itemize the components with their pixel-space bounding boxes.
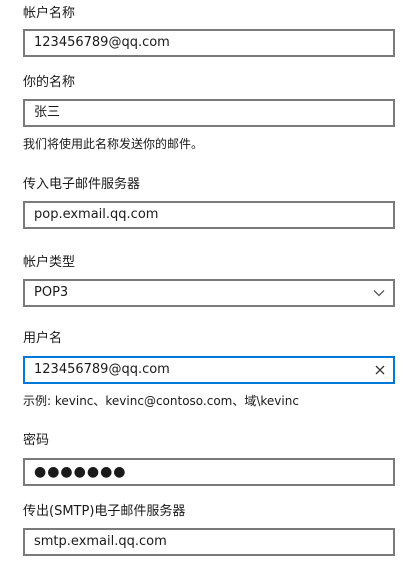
outgoing-server-value: smtp.exmail.qq.com — [34, 534, 167, 549]
username-value: 123456789@qq.com — [34, 362, 170, 377]
account-type-value: POP3 — [34, 285, 69, 300]
password-input[interactable]: ●●●●●●● — [23, 458, 395, 486]
mail-account-settings-form: 帐户名称 123456789@qq.com 你的名称 张三 我们将使用此名称发送… — [0, 0, 415, 574]
your-name-helper-text: 我们将使用此名称发送你的邮件。 — [23, 137, 204, 151]
incoming-server-input[interactable]: pop.exmail.qq.com — [23, 201, 395, 229]
incoming-server-value: pop.exmail.qq.com — [34, 207, 159, 222]
username-input[interactable]: 123456789@qq.com — [23, 356, 395, 384]
chevron-down-icon — [373, 290, 385, 297]
account-type-select[interactable]: POP3 — [23, 279, 395, 307]
outgoing-server-label: 传出(SMTP)电子邮件服务器 — [23, 504, 186, 519]
your-name-input[interactable]: 张三 — [23, 99, 395, 127]
username-helper-text: 示例: kevinc、kevinc@contoso.com、域\kevinc — [23, 394, 299, 408]
incoming-server-label: 传入电子邮件服务器 — [23, 177, 141, 192]
account-name-label: 帐户名称 — [23, 6, 76, 21]
outgoing-server-input[interactable]: smtp.exmail.qq.com — [23, 528, 395, 556]
your-name-label: 你的名称 — [23, 75, 76, 90]
password-label: 密码 — [23, 433, 50, 448]
username-label: 用户名 — [23, 331, 63, 346]
account-type-label: 帐户类型 — [23, 255, 76, 270]
account-name-input[interactable]: 123456789@qq.com — [23, 29, 395, 57]
your-name-value: 张三 — [34, 105, 61, 120]
clear-icon[interactable] — [373, 363, 387, 377]
account-name-value: 123456789@qq.com — [34, 35, 170, 50]
password-value: ●●●●●●● — [34, 464, 127, 480]
window-edge — [0, 0, 9, 574]
